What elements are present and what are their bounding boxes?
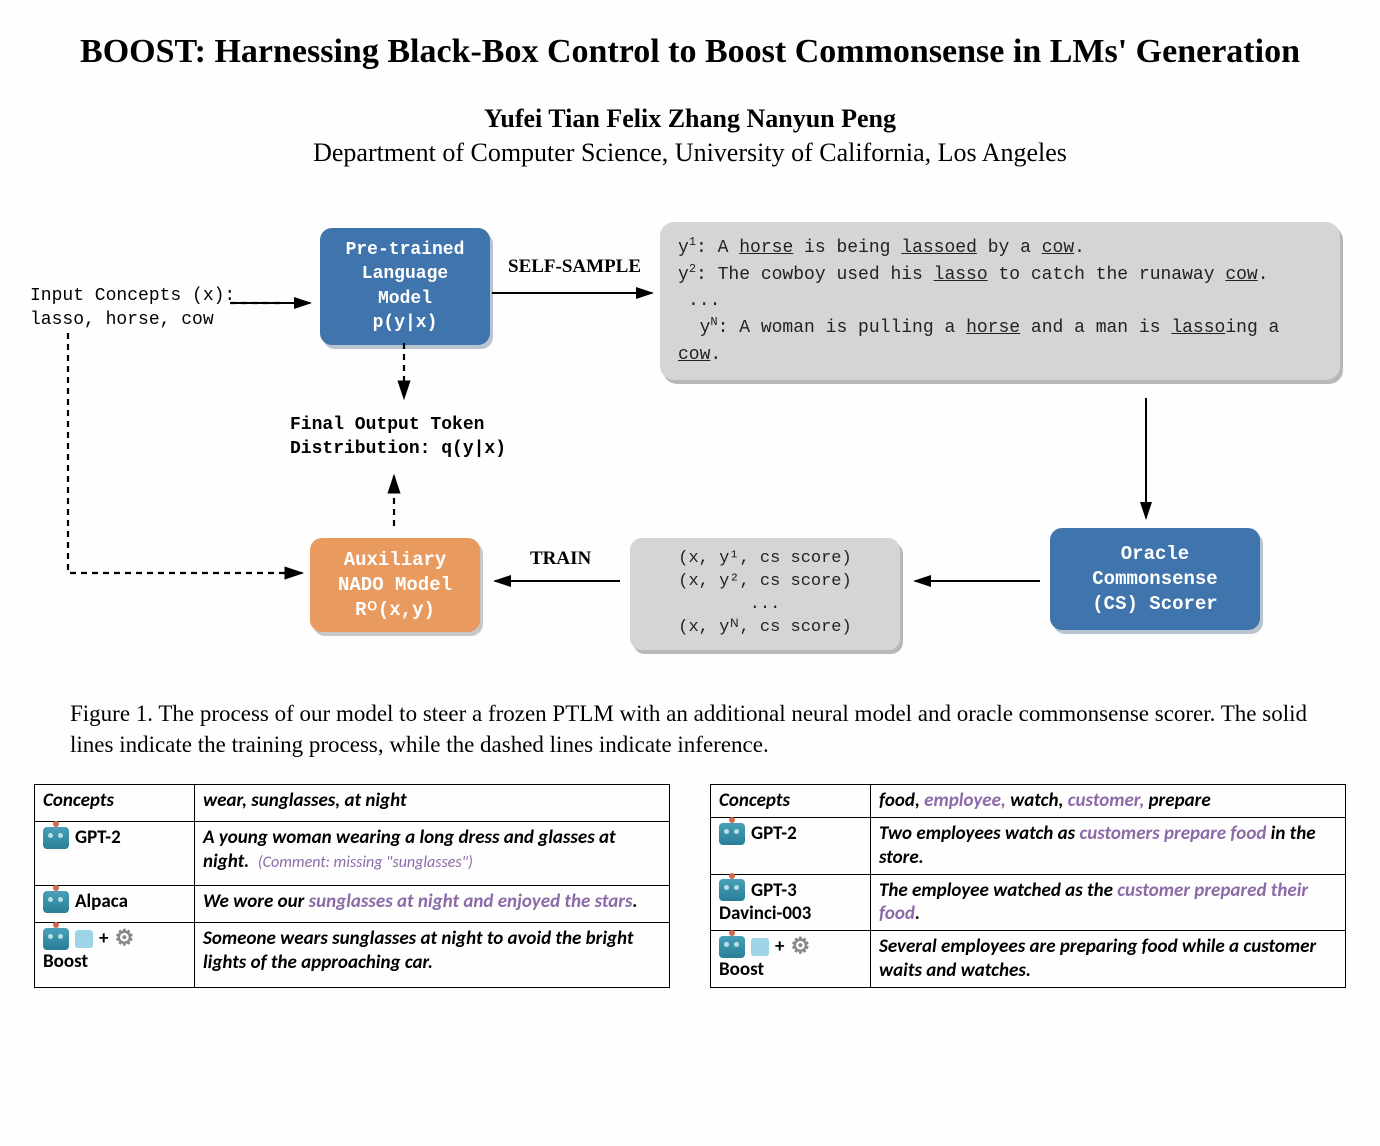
- robot-icon: [43, 891, 69, 913]
- oracle-box: Oracle Commonsense (CS) Scorer: [1050, 528, 1260, 630]
- ptlm-box: Pre-trained Language Model p(y|x): [320, 228, 490, 345]
- boost-text: Someone wears sunglasses at night to avo…: [195, 923, 670, 987]
- robot-icon: [719, 936, 745, 958]
- gear-icon: ⚙: [114, 929, 134, 949]
- paper-title: BOOST: Harnessing Black-Box Control to B…: [70, 30, 1310, 74]
- gpt3-text: The employee watched as the customer pre…: [871, 874, 1346, 931]
- affiliation: Department of Computer Science, Universi…: [30, 138, 1350, 168]
- example-table-left: Concepts wear, sunglasses, at night GPT-…: [34, 784, 670, 987]
- concepts-text: wear, sunglasses, at night: [195, 785, 670, 822]
- concepts-text: food, employee, watch, customer, prepare: [871, 785, 1346, 818]
- gear-icon: ⚙: [790, 937, 810, 957]
- figure-1: Input Concepts (x): lasso, horse, cow Pr…: [30, 198, 1350, 678]
- authors: Yufei Tian Felix Zhang Nanyun Peng: [30, 104, 1350, 134]
- ice-icon: [751, 938, 769, 956]
- input-concepts: Input Concepts (x): lasso, horse, cow: [30, 284, 235, 333]
- robot-icon: [719, 823, 745, 845]
- ice-icon: [75, 930, 93, 948]
- example-table-right: Concepts food, employee, watch, customer…: [710, 784, 1346, 987]
- train-label: TRAIN: [530, 548, 591, 570]
- self-sample-label: SELF-SAMPLE: [508, 256, 641, 278]
- gpt2-text: A young woman wearing a long dress and g…: [195, 822, 670, 886]
- tuples-box: (x, y¹, cs score) (x, y², cs score) ... …: [630, 538, 900, 650]
- samples-box: y1: A horse is being lassoed by a cow. y…: [660, 222, 1340, 379]
- figure-caption: Figure 1. The process of our model to st…: [70, 698, 1310, 760]
- boost-text: Several employees are preparing food whi…: [871, 931, 1346, 988]
- robot-icon: [43, 928, 69, 950]
- gpt2-text: Two employees watch as customers prepare…: [871, 818, 1346, 875]
- nado-box: Auxiliary NADO Model Rᴼ(x,y): [310, 538, 480, 632]
- concepts-label: Concepts: [35, 785, 195, 822]
- robot-icon: [719, 879, 745, 901]
- robot-icon: [43, 827, 69, 849]
- example-tables: Concepts wear, sunglasses, at night GPT-…: [34, 784, 1346, 987]
- concepts-label: Concepts: [711, 785, 871, 818]
- alpaca-text: We wore our sunglasses at night and enjo…: [195, 886, 670, 923]
- final-output-label: Final Output Token Distribution: q(y|x): [290, 413, 506, 462]
